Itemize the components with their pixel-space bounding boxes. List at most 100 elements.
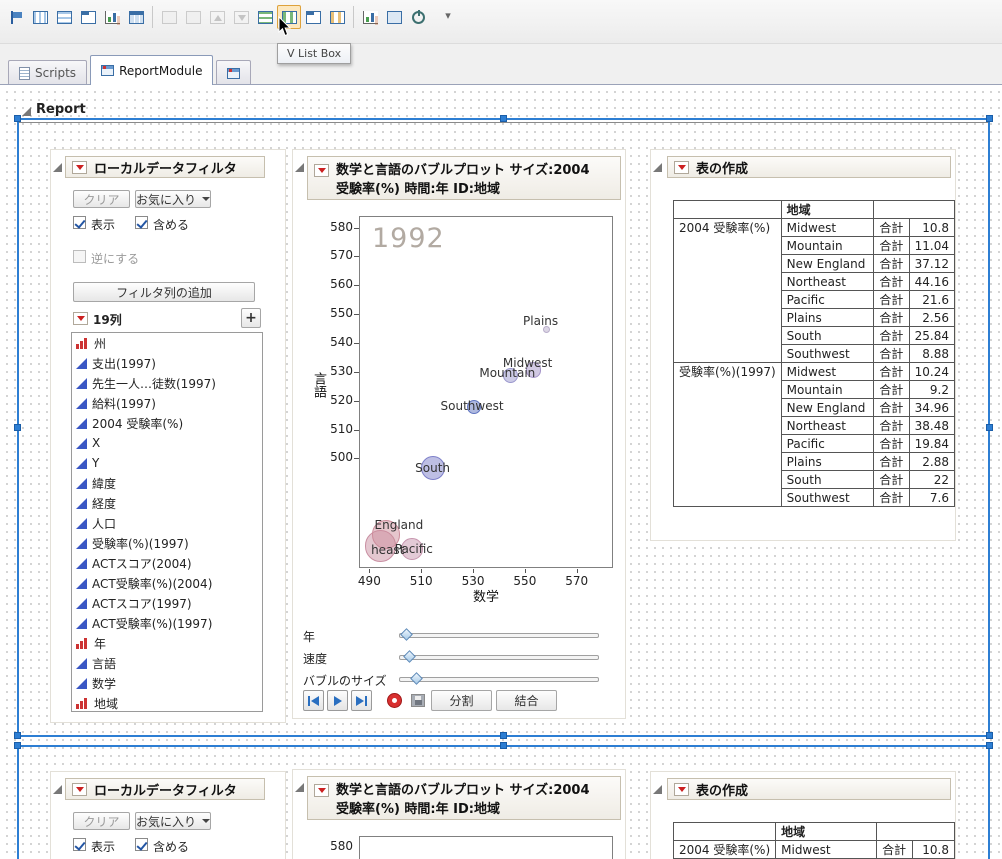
include-checkbox[interactable] [135,216,148,229]
filter-column-item[interactable]: ACTスコア(1997) [72,593,262,613]
filter-column-item[interactable]: 給料(1997) [72,393,262,413]
clear-button[interactable]: クリア [73,812,130,830]
power-button[interactable] [406,5,430,29]
filter-column-item[interactable]: ACTスコア(2004) [72,553,262,573]
filter-column-item[interactable]: ACT受験率(%)(1997) [72,613,262,633]
bubble-disclosure-icon[interactable] [295,783,304,792]
record-button[interactable] [387,693,402,708]
v-split-button[interactable] [28,5,52,29]
selection-handle-bottom-center[interactable] [500,732,507,739]
selection2-handle-center[interactable] [500,742,507,749]
column-list-menu-icon[interactable] [73,312,88,325]
red-menu-icon[interactable] [72,783,87,796]
tab-scripts[interactable]: Scripts [8,60,87,85]
red-menu-icon[interactable] [674,783,689,796]
selection-handle-top-right[interactable] [986,115,993,122]
tab-reportmodule[interactable]: ReportModule [90,55,213,85]
outline-box-button[interactable] [157,5,181,29]
play-button[interactable] [327,690,348,711]
summary-table-2[interactable]: 地域 2004 受験率(%) Midwest 合計 10.8 [673,822,955,859]
filter-column-item[interactable]: 受験率(%)(1997) [72,533,262,553]
filter-column-item[interactable]: 経度 [72,493,262,513]
step-forward-button[interactable] [351,690,372,711]
filter-column-item[interactable]: 人口 [72,513,262,533]
filter-outline-header[interactable]: ローカルデータフィルタ [65,156,265,178]
combine-button[interactable]: 結合 [496,690,557,711]
bubble-size-slider[interactable] [399,677,599,682]
table-disclosure-icon[interactable] [653,785,662,794]
speed-slider-thumb[interactable] [403,650,416,663]
tab-page-button[interactable] [76,5,100,29]
bubble-outline-header-2[interactable]: 数学と言語のバブルプロット サイズ:2004 受験率(%) 時間:年 ID:地域 [307,776,621,820]
tab-module-icon-only[interactable] [216,60,251,85]
selection2-handle-right[interactable] [986,742,993,749]
panel-box-button[interactable] [181,5,205,29]
filter-outline-header-2[interactable]: ローカルデータフィルタ [65,778,265,800]
filter-column-item[interactable]: 緯度 [72,473,262,493]
invert-checkbox[interactable] [73,250,86,263]
bar-chart-button[interactable] [100,5,124,29]
filter-column-item[interactable]: 年 [72,633,262,653]
design-canvas[interactable]: Report ローカルデータフィルタ クリア お気に入り 表 [0,84,1002,859]
show-checkbox[interactable] [73,216,86,229]
h-list-box-button[interactable] [253,5,277,29]
insert-below-button[interactable] [229,5,253,29]
favorites-dropdown-button[interactable]: お気に入り [135,190,211,208]
toolbar-overflow-button[interactable]: ▾ [440,9,456,22]
split-button[interactable]: 分割 [431,690,492,711]
filter-column-item[interactable]: 地域 [72,693,262,712]
add-column-button[interactable]: + [241,308,261,328]
col-list-box-button[interactable] [325,5,349,29]
bubble-disclosure-icon[interactable] [295,163,304,172]
filter-column-item[interactable]: Y [72,453,262,473]
add-filter-columns-button[interactable]: フィルタ列の追加 [73,282,255,302]
filter-column-item[interactable]: 言語 [72,653,262,673]
filter-column-item[interactable]: X [72,433,262,453]
filter-column-item[interactable]: 2004 受験率(%) [72,413,262,433]
tab-box-button[interactable] [301,5,325,29]
insert-above-button[interactable] [205,5,229,29]
filter-disclosure-icon[interactable] [53,785,62,794]
table-outline-header[interactable]: 表の作成 [667,156,951,178]
selection-handle-bottom-right[interactable] [986,732,993,739]
speed-slider[interactable] [399,655,599,660]
flag-button[interactable] [4,5,28,29]
selection-handle-mid-left[interactable] [14,424,21,431]
summary-table[interactable]: 地域 2004 受験率(%)Midwest合計10.8Mountain合計11.… [673,200,955,507]
report-outline-title[interactable]: Report [36,102,86,117]
selection2-handle-left[interactable] [14,742,21,749]
report-grid-button[interactable] [124,5,148,29]
selection2-border-left[interactable] [17,745,19,859]
selection2-border-right[interactable] [988,745,990,859]
selection-handle-top-center[interactable] [500,115,507,122]
filter-disclosure-icon[interactable] [53,163,62,172]
filter-column-list[interactable]: 州支出(1997)先生一人…徒数(1997)給料(1997)2004 受験率(%… [71,332,263,712]
filter-column-item[interactable]: 先生一人…徒数(1997) [72,373,262,393]
include-checkbox[interactable] [135,838,148,851]
bubble-size-slider-thumb[interactable] [410,672,423,685]
filter-column-item[interactable]: 支出(1997) [72,353,262,373]
h-split-button[interactable] [52,5,76,29]
red-menu-icon[interactable] [314,164,329,177]
graph-box-button[interactable] [358,5,382,29]
selection-handle-mid-right[interactable] [986,424,993,431]
table-outline-header-2[interactable]: 表の作成 [667,778,951,800]
filter-column-item[interactable]: ACT受験率(%)(2004) [72,573,262,593]
filter-column-item[interactable]: 州 [72,333,262,353]
button-box-button[interactable] [382,5,406,29]
selection-handle-top-left[interactable] [14,115,21,122]
clear-button[interactable]: クリア [73,190,130,208]
red-menu-icon[interactable] [314,784,329,797]
year-slider[interactable] [399,633,599,638]
step-back-button[interactable] [303,690,324,711]
report-disclosure-icon[interactable] [22,107,31,116]
favorites-dropdown-button[interactable]: お気に入り [135,812,211,830]
show-checkbox[interactable] [73,838,86,851]
year-slider-thumb[interactable] [400,628,413,641]
selection-handle-bottom-left[interactable] [14,732,21,739]
filter-column-item[interactable]: 数学 [72,673,262,693]
red-menu-icon[interactable] [674,161,689,174]
save-icon[interactable] [411,694,425,707]
red-menu-icon[interactable] [72,161,87,174]
bubble-plot-frame[interactable]: 1992 heastEnglandPacificSouthMountainMid… [359,216,613,568]
